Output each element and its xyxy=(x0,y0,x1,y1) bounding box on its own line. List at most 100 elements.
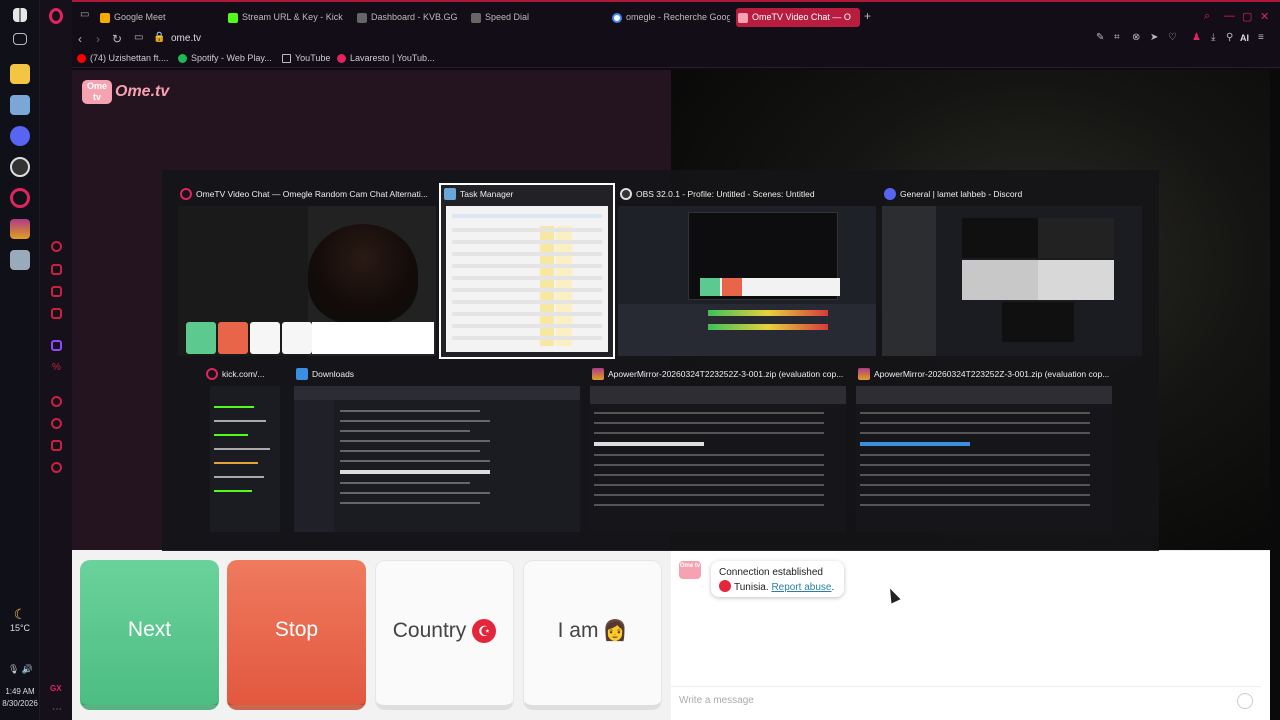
windows-taskbar: ☾ 15°C 🎙 🔊 1:49 AM 8/30/2026 xyxy=(0,0,40,720)
bookmark-spotify[interactable]: Spotify - Web Play... xyxy=(178,53,272,63)
thumb-chat-line xyxy=(214,490,252,492)
sidebar-extensions-icon[interactable] xyxy=(51,440,62,451)
message-input[interactable]: Write a message xyxy=(671,686,1261,716)
thumb-archive-row xyxy=(594,504,824,506)
partner-country: Tunisia. xyxy=(734,582,769,593)
url-text[interactable]: ome.tv xyxy=(171,33,201,44)
thumb-video-tile xyxy=(1038,218,1114,258)
opera-logo-icon[interactable] xyxy=(49,8,63,24)
taskbar-app-icon[interactable] xyxy=(10,95,30,115)
sidebar-messenger-icon[interactable] xyxy=(51,308,62,319)
forward-icon[interactable]: › xyxy=(96,32,100,46)
tab-ometv[interactable]: OmeTV Video Chat — O xyxy=(736,8,860,27)
task-manager-icon xyxy=(444,188,456,200)
menu-icon[interactable]: ≡ xyxy=(1258,32,1264,43)
new-tab-button[interactable]: + xyxy=(864,9,871,23)
search-tabs-icon[interactable]: ⌕ xyxy=(1204,10,1210,23)
winrar-icon[interactable] xyxy=(10,219,30,239)
tab-dashboard[interactable]: Dashboard - KVB.GG xyxy=(355,8,465,27)
stop-button[interactable]: Stop xyxy=(227,560,366,710)
thumb-audio-meter xyxy=(708,324,828,330)
bookmark-label: Lavaresto | YouTub... xyxy=(350,53,435,63)
tab-switch-icon[interactable]: ▭ xyxy=(80,9,89,20)
opera-icon xyxy=(180,188,192,200)
page-icon xyxy=(282,54,291,63)
sidebar-speed-dial-icon[interactable] xyxy=(51,241,62,252)
sidebar-control-icon[interactable] xyxy=(51,286,62,297)
switcher-window-ometv[interactable]: OmeTV Video Chat — Omegle Random Cam Cha… xyxy=(178,184,436,356)
thumb-preview-stop xyxy=(722,278,742,296)
bookmark-label: (74) Uzishettan ft.... xyxy=(90,53,169,63)
switcher-window-downloads[interactable]: Downloads xyxy=(294,364,582,534)
emoji-icon[interactable] xyxy=(1237,693,1253,709)
back-icon[interactable]: ‹ xyxy=(78,32,82,46)
reload-icon[interactable]: ↻ xyxy=(112,32,122,46)
windows-start-icon[interactable] xyxy=(13,8,27,22)
gender-label: I am xyxy=(557,619,599,642)
minimize-button[interactable]: — xyxy=(1224,10,1235,22)
system-clock[interactable]: 1:49 AM 8/30/2026 xyxy=(0,686,40,710)
crop-icon[interactable]: ⌗ xyxy=(1114,32,1120,43)
sidebar-settings-icon[interactable] xyxy=(51,462,62,473)
block-icon[interactable]: ⊗ xyxy=(1132,32,1140,43)
opera-gx-icon[interactable] xyxy=(10,188,30,208)
close-button[interactable]: ✕ xyxy=(1260,10,1269,23)
sidebar-more-icon[interactable]: ⋯ xyxy=(52,704,62,715)
tab-label: Stream URL & Key - Kick D xyxy=(242,12,344,22)
thumb-row xyxy=(452,312,602,316)
twitch-icon[interactable] xyxy=(51,340,62,351)
easy-setup-icon[interactable]: ⚲ xyxy=(1226,32,1233,43)
tab-google-meet[interactable]: Google Meet xyxy=(98,8,208,27)
weather-widget[interactable]: ☾ 15°C xyxy=(0,606,40,633)
tab-speed-dial[interactable]: Speed Dial xyxy=(469,8,569,27)
thumb-video-tile xyxy=(1002,302,1074,342)
country-button[interactable]: Country ☪ xyxy=(375,560,514,710)
snapshot-icon[interactable]: ✎ xyxy=(1096,32,1104,43)
page-scrollbar[interactable] xyxy=(1270,70,1280,720)
switcher-window-discord[interactable]: General | lamet lahbeb - Discord xyxy=(882,184,1142,356)
switcher-window-task-manager[interactable]: Task Manager xyxy=(439,183,615,359)
tab-kick[interactable]: Stream URL & Key - Kick D xyxy=(226,8,344,27)
thumb-archive-row xyxy=(860,484,1090,486)
sidebar-history-icon[interactable] xyxy=(51,418,62,429)
sidebar-bag-icon[interactable] xyxy=(51,264,62,275)
mic-speaker-icons[interactable]: 🎙 🔊 xyxy=(8,664,33,675)
download-icon[interactable]: ⤓ xyxy=(1211,32,1215,43)
ometv-avatar: Ome tv xyxy=(679,561,701,579)
discord-icon[interactable] xyxy=(10,126,30,146)
obs-icon[interactable] xyxy=(10,157,30,177)
page-icon xyxy=(357,13,367,23)
heart-icon[interactable]: ♡ xyxy=(1168,32,1177,43)
bookmark-lavaresto[interactable]: Lavaresto | YouTub... xyxy=(337,53,435,63)
bookmark-youtube[interactable]: YouTube xyxy=(282,53,330,63)
country-label: Country xyxy=(392,619,467,642)
send-icon[interactable]: ➤ xyxy=(1150,32,1158,43)
thumb-stop xyxy=(218,322,248,354)
report-abuse-link[interactable]: Report abuse xyxy=(771,582,831,593)
thumb-archive-row xyxy=(860,494,1090,496)
switcher-window-winrar-2[interactable]: ApowerMirror-20260324T223252Z-3-001.zip … xyxy=(856,364,1116,534)
gender-button[interactable]: I am 👩 xyxy=(523,560,662,710)
file-explorer-icon[interactable] xyxy=(10,64,30,84)
switcher-window-kick[interactable]: kick.com/... xyxy=(204,364,280,534)
thumb-row xyxy=(452,214,602,218)
tunisia-flag-icon: ☪ xyxy=(472,619,497,644)
sidebar-percent-icon[interactable]: % xyxy=(52,362,61,373)
bookmark-youtube-music[interactable]: (74) Uzishettan ft.... xyxy=(77,53,169,63)
task-view-icon[interactable] xyxy=(13,33,27,45)
maximize-button[interactable]: ▢ xyxy=(1242,10,1252,23)
window-thumbnail xyxy=(618,206,876,356)
sidebar-player-icon[interactable] xyxy=(51,396,62,407)
aria-ai-button[interactable]: AI xyxy=(1240,33,1249,43)
camera-icon[interactable]: ▭ xyxy=(134,32,143,43)
thumb-archive-row xyxy=(594,484,824,486)
profile-icon[interactable]: ♟ xyxy=(1192,32,1201,43)
next-button[interactable]: Next xyxy=(80,560,219,710)
apowermirror-icon[interactable] xyxy=(10,250,30,270)
tab-google-search[interactable]: omegle - Recherche Googl xyxy=(610,8,730,27)
thumb-row xyxy=(452,300,602,304)
switcher-window-obs[interactable]: OBS 32.0.1 - Profile: Untitled - Scenes:… xyxy=(618,184,876,356)
opera-icon xyxy=(206,368,218,380)
switcher-window-winrar-1[interactable]: ApowerMirror-20260324T223252Z-3-001.zip … xyxy=(590,364,850,534)
moon-icon: ☾ xyxy=(13,606,27,622)
